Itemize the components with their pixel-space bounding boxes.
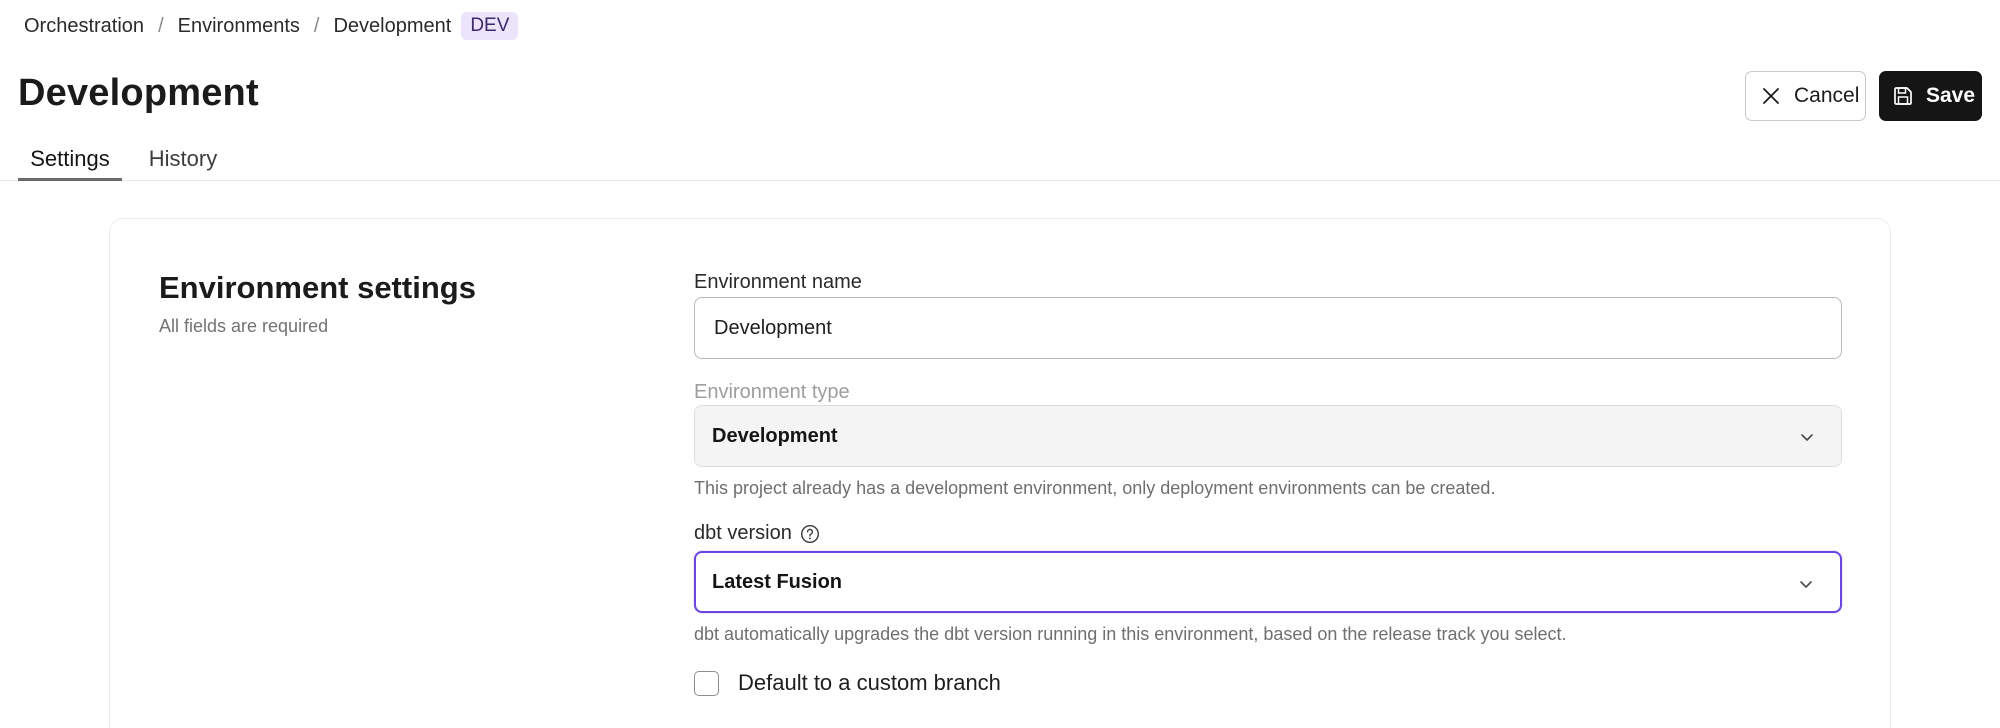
save-button[interactable]: Save [1879,71,1982,121]
breadcrumb: Orchestration / Environments / Developme… [24,12,519,40]
save-icon [1892,85,1914,107]
dbt-version-help: dbt automatically upgrades the dbt versi… [694,624,1567,644]
custom-branch-checkbox[interactable] [694,670,719,696]
breadcrumb-separator: / [313,14,320,37]
tab-bar: Settings History [0,138,2000,181]
environment-name-label: Environment name [694,271,862,293]
cancel-button-label: Cancel [1794,84,1860,107]
dbt-version-label: dbt version [694,522,792,544]
dbt-version-select[interactable]: Latest Fusion [694,551,1842,613]
environment-name-value: Development [714,316,832,339]
custom-branch-label: Default to a custom branch [738,670,1001,695]
breadcrumb-separator: / [158,14,164,37]
close-icon [1760,85,1782,107]
section-subtitle: All fields are required [159,316,329,336]
environment-type-select: Development [694,405,1842,467]
custom-branch-option[interactable]: Default to a custom branch [694,670,1001,696]
section-title: Environment settings [159,270,476,305]
question-circle-icon[interactable] [800,524,820,544]
tab-settings[interactable]: Settings [18,146,122,181]
breadcrumb-environments[interactable]: Environments [178,15,300,38]
chevron-down-icon [1799,428,1815,444]
cancel-button[interactable]: Cancel [1745,71,1866,121]
environment-badge: DEV [461,12,519,40]
tab-history[interactable]: History [146,146,220,181]
dbt-version-value: Latest Fusion [712,570,843,593]
environment-type-label: Environment type [694,381,850,403]
environment-type-help: This project already has a development e… [694,478,1496,498]
environment-type-value: Development [712,424,838,447]
chevron-down-icon [1798,575,1814,591]
breadcrumb-development: Development [333,14,452,37]
breadcrumb-orchestration[interactable]: Orchestration [24,15,144,38]
save-button-label: Save [1926,84,1976,107]
environment-name-input[interactable]: Development [694,297,1842,359]
dbt-version-label-row: dbt version [694,522,820,545]
page-title: Development [18,72,259,114]
